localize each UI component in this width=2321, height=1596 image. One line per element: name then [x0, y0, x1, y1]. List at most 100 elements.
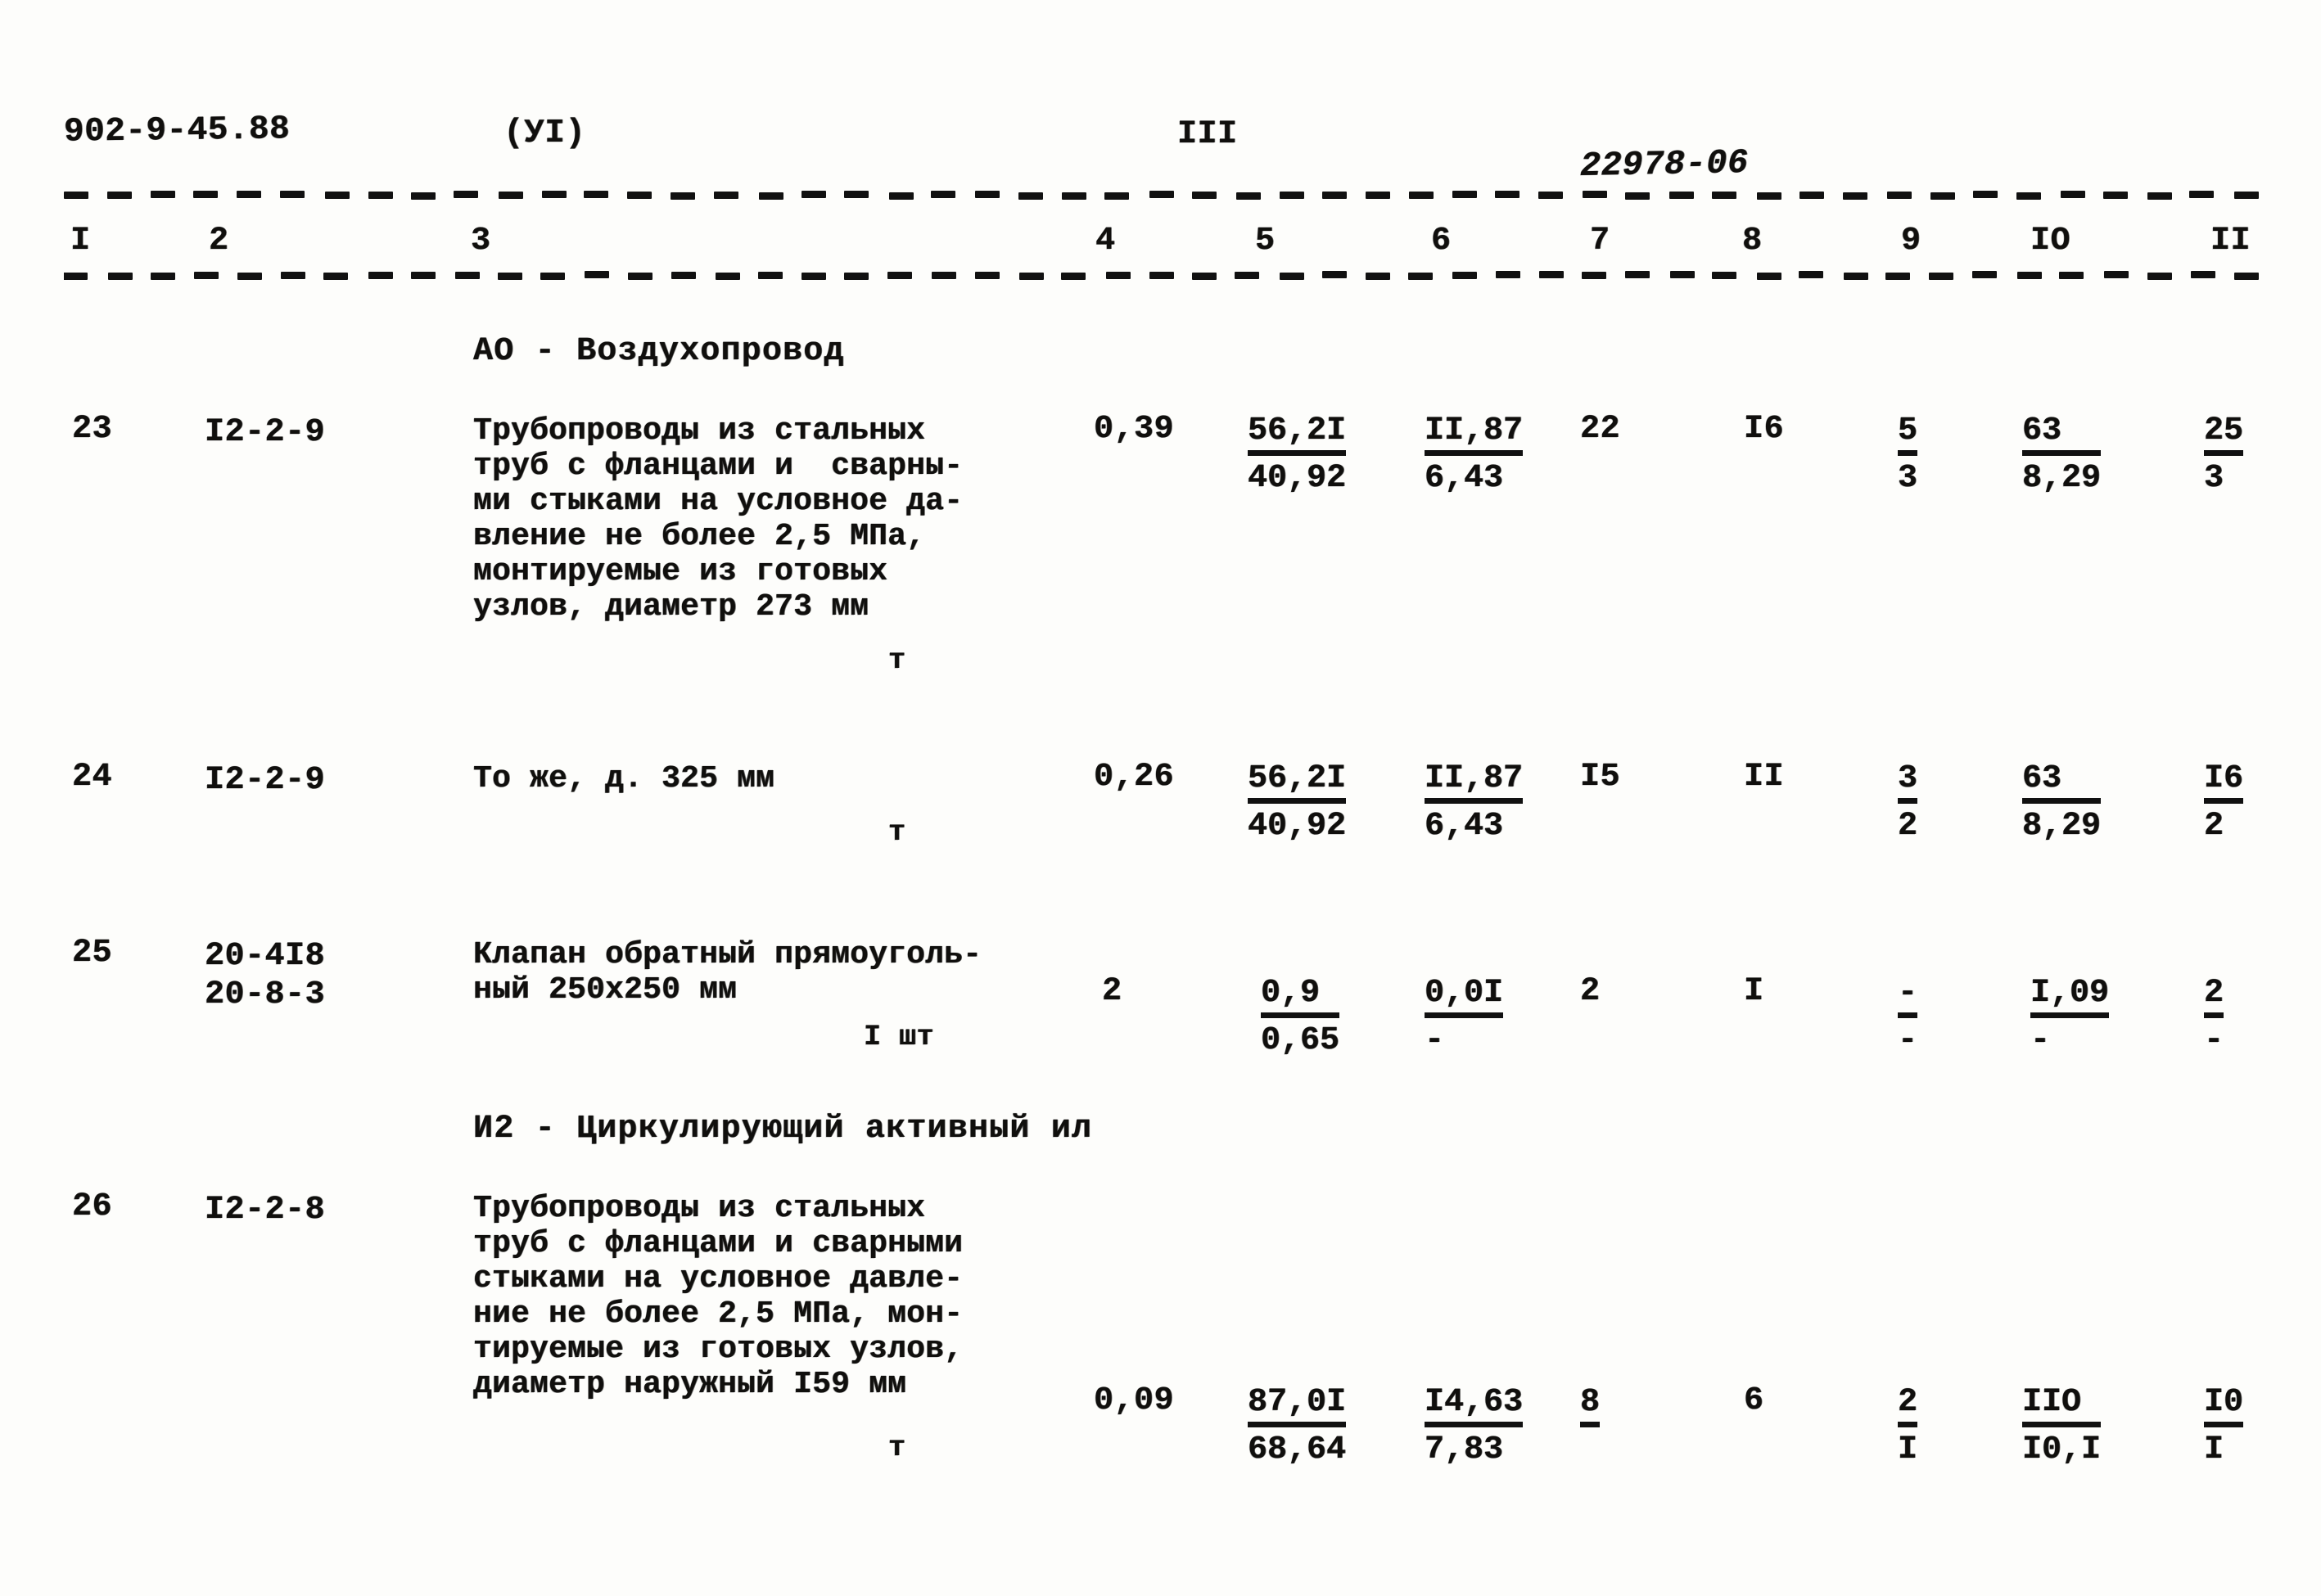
table-cell-c4: 0,39: [1094, 413, 1174, 447]
table-cell-c11: 25 3: [2204, 413, 2243, 498]
table-cell-c9-bottom: 2: [1898, 804, 1917, 846]
table-cell-c4: 0,26: [1094, 761, 1174, 795]
table-cell-c5-bottom: 40,92: [1248, 804, 1346, 846]
table-row-description: Трубопроводы из стальных труб с фланцами…: [473, 1191, 963, 1402]
table-cell-c6: 0,0I -: [1425, 976, 1503, 1061]
table-cell-c7: I5: [1580, 761, 1620, 795]
table-cell-c11: I0 I: [2204, 1385, 2243, 1470]
table-cell-c10-top: I,09: [2030, 976, 2109, 1018]
table-cell-c9-bottom: I: [1898, 1427, 1917, 1470]
table-cell-c6-bottom: 7,83: [1425, 1427, 1523, 1470]
table-row-description: Трубопроводы из стальных труб с фланцами…: [473, 413, 963, 624]
table-cell-c4: 0,09: [1094, 1385, 1174, 1418]
table-row-index: 25: [72, 937, 112, 971]
scanned-document-page: 902-9-45.88 (УI) III 22978-06 I 2 3 4 5 …: [0, 0, 2321, 1596]
table-rule-top: [64, 190, 2266, 201]
table-cell-c7: 2: [1580, 976, 1601, 1009]
table-cell-c9-bottom: 3: [1898, 456, 1917, 498]
table-cell-c6: II,87 6,43: [1425, 413, 1523, 498]
table-cell-c8: I6: [1744, 413, 1784, 447]
column-header-6: 6: [1431, 225, 1452, 259]
table-cell-c8: II: [1744, 761, 1784, 795]
table-row-index: 26: [72, 1191, 112, 1224]
table-cell-c8: I: [1744, 976, 1764, 1009]
section-caption-activated-sludge: И2 - Циркулирующий активный ил: [473, 1113, 1092, 1147]
table-row-description: Клапан обратный прямоуголь- ный 250х250 …: [473, 937, 982, 1008]
table-row-description: То же, д. 325 мм: [473, 761, 774, 796]
table-row-index: 23: [72, 413, 112, 447]
column-header-2: 2: [209, 225, 229, 259]
table-row-unit: I шт: [864, 1023, 934, 1053]
table-cell-c9-top: 2: [1898, 1385, 1917, 1427]
table-cell-c6-bottom: 6,43: [1425, 804, 1523, 846]
table-cell-c5-top: 0,9: [1261, 976, 1339, 1018]
table-cell-c7-top: 8: [1580, 1385, 1600, 1427]
column-header-7: 7: [1590, 225, 1610, 259]
table-cell-c6-top: 0,0I: [1425, 976, 1503, 1018]
table-cell-c9: - -: [1898, 976, 1917, 1061]
column-header-5: 5: [1255, 225, 1276, 259]
table-cell-c11-top: I6: [2204, 761, 2243, 804]
table-cell-c5: 56,2I 40,92: [1248, 761, 1346, 846]
table-cell-c6-bottom: -: [1425, 1018, 1503, 1061]
table-cell-c11-bottom: 2: [2204, 804, 2243, 846]
table-cell-c5: 87,0I 68,64: [1248, 1385, 1346, 1470]
table-cell-c11-bottom: I: [2204, 1427, 2243, 1470]
variant-label: (УI): [503, 117, 585, 151]
table-cell-c10: 63 8,29: [2022, 413, 2101, 498]
section-caption-air-duct: АО - Воздухопровод: [473, 336, 845, 369]
table-cell-c9-top: 3: [1898, 761, 1917, 804]
table-cell-c10-bottom: -: [2030, 1018, 2109, 1061]
table-row-code: I2-2-9: [205, 761, 325, 800]
table-row-unit: т: [888, 1434, 906, 1463]
table-cell-c10-bottom: 8,29: [2022, 804, 2101, 846]
column-header-10: IO: [2030, 225, 2070, 259]
column-header-1: I: [70, 225, 91, 259]
document-code: 902-9-45.88: [64, 113, 291, 150]
table-cell-c6-top: I4,63: [1425, 1385, 1523, 1427]
table-cell-c6-bottom: 6,43: [1425, 456, 1523, 498]
column-header-9: 9: [1901, 225, 1921, 259]
table-cell-c11-bottom: -: [2204, 1018, 2224, 1061]
table-cell-c11: I6 2: [2204, 761, 2243, 846]
table-cell-c5-top: 87,0I: [1248, 1385, 1346, 1427]
table-cell-c9: 3 2: [1898, 761, 1917, 846]
table-cell-c10: IIO I0,I: [2022, 1385, 2101, 1470]
table-row-code: I2-2-9: [205, 413, 325, 452]
table-row-code: I2-2-8: [205, 1191, 325, 1229]
table-cell-c10-top: 63: [2022, 761, 2101, 804]
table-cell-c9: 5 3: [1898, 413, 1917, 498]
table-rule-bottom: [64, 270, 2266, 281]
table-cell-c10-bottom: I0,I: [2022, 1427, 2101, 1470]
table-cell-c11-top: 25: [2204, 413, 2243, 456]
table-cell-c11-top: I0: [2204, 1385, 2243, 1427]
table-cell-c8: 6: [1744, 1385, 1764, 1418]
table-cell-c9: 2 I: [1898, 1385, 1917, 1470]
table-cell-c10: 63 8,29: [2022, 761, 2101, 846]
table-row-code: 20-4I8 20-8-3: [205, 937, 325, 1014]
column-header-11: II: [2210, 225, 2251, 259]
table-cell-c11-bottom: 3: [2204, 456, 2243, 498]
table-cell-c11-top: 2: [2204, 976, 2224, 1018]
document-serial-number: 22978-06: [1580, 146, 1749, 184]
table-cell-c10-bottom: 8,29: [2022, 456, 2101, 498]
table-row-unit: т: [888, 818, 906, 848]
table-cell-c10-top: 63: [2022, 413, 2101, 456]
table-cell-c9-top: 5: [1898, 413, 1917, 456]
column-header-8: 8: [1742, 225, 1763, 259]
table-cell-c5-bottom: 68,64: [1248, 1427, 1346, 1470]
column-header-3: 3: [471, 225, 491, 259]
table-cell-c6: I4,63 7,83: [1425, 1385, 1523, 1470]
table-cell-c6-top: II,87: [1425, 761, 1523, 804]
table-cell-c11: 2 -: [2204, 976, 2224, 1061]
sheet-number: III: [1177, 119, 1238, 152]
table-cell-c5-bottom: 0,65: [1261, 1018, 1339, 1061]
table-cell-c5-bottom: 40,92: [1248, 456, 1346, 498]
table-cell-c10: I,09 -: [2030, 976, 2109, 1061]
table-cell-c10-top: IIO: [2022, 1385, 2101, 1427]
table-cell-c5-top: 56,2I: [1248, 413, 1346, 456]
table-cell-c6-top: II,87: [1425, 413, 1523, 456]
table-cell-c6: II,87 6,43: [1425, 761, 1523, 846]
table-cell-c5-top: 56,2I: [1248, 761, 1346, 804]
table-cell-c5: 0,9 0,65: [1261, 976, 1339, 1061]
